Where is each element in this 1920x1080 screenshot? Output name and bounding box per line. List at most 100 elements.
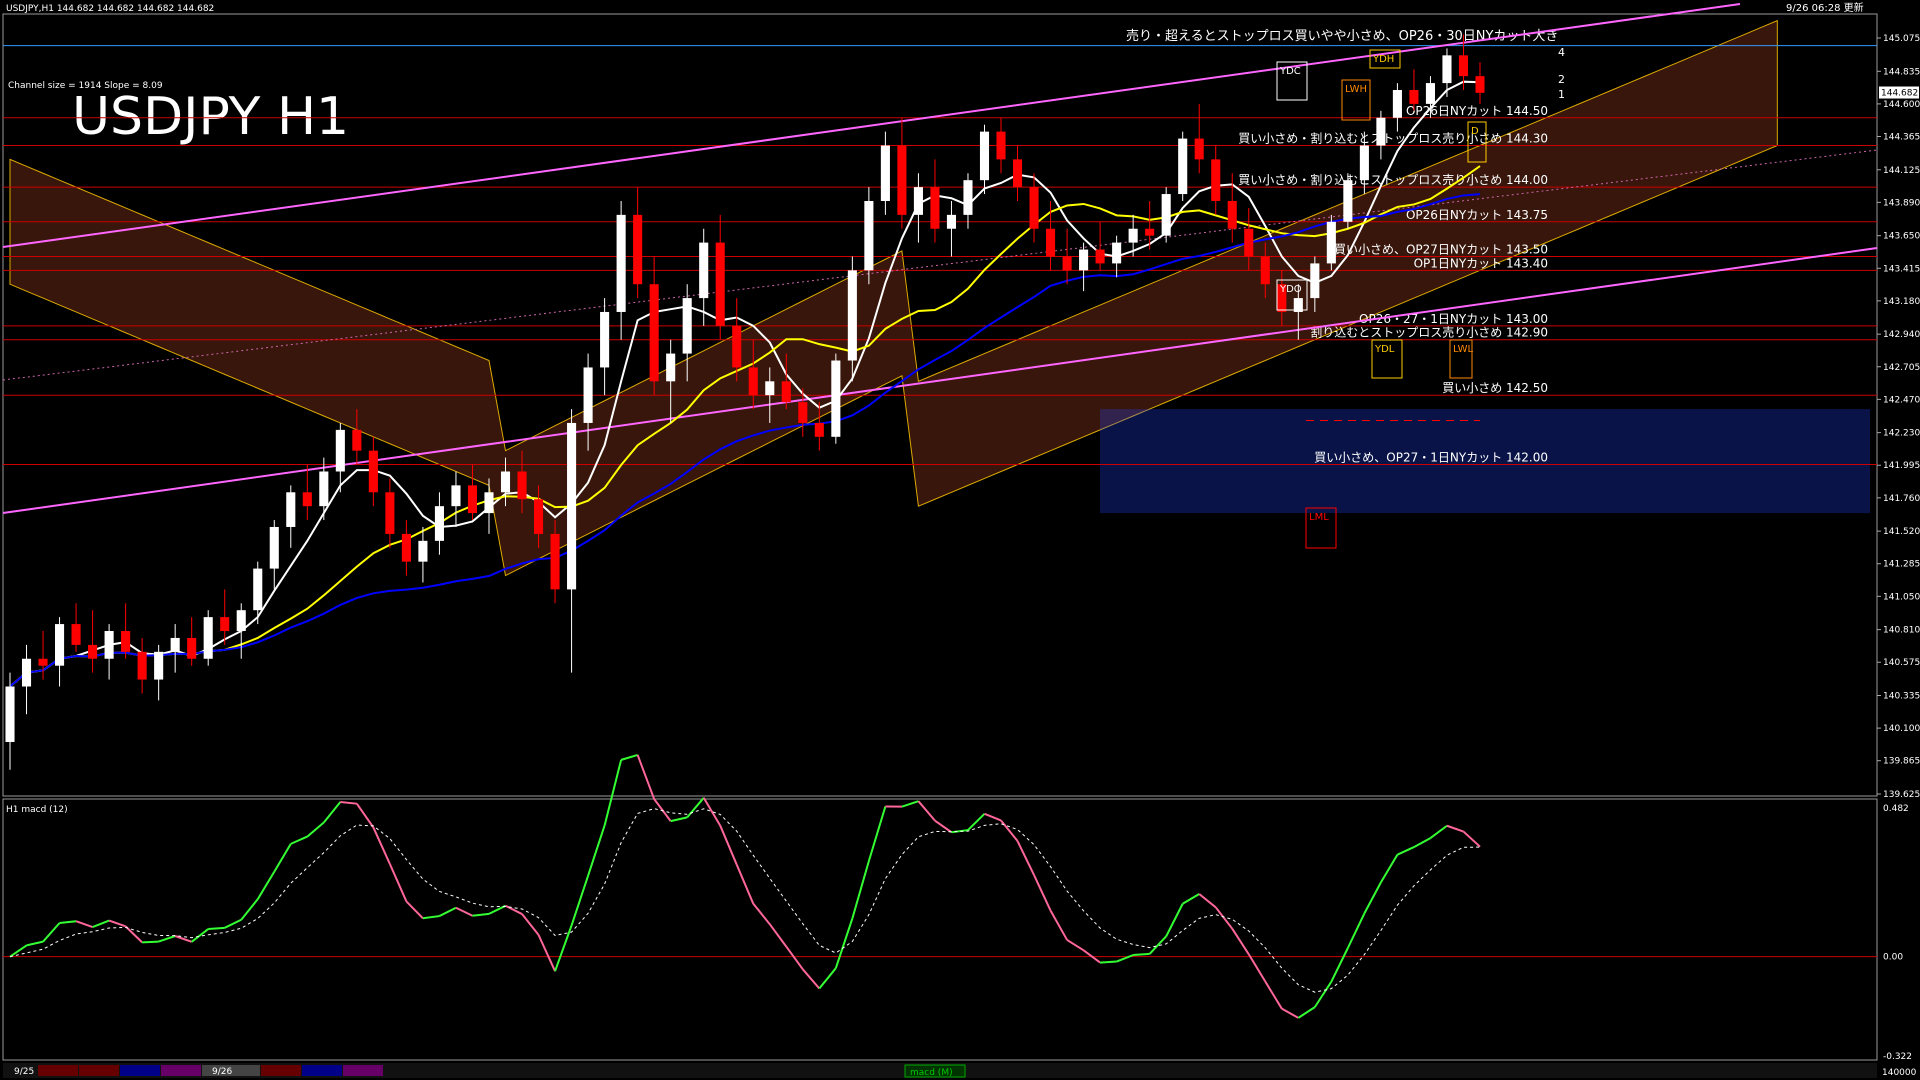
candle-body <box>649 284 659 382</box>
candle-body <box>1392 90 1402 118</box>
candle-body <box>550 533 560 590</box>
price-tick-label: 141.760 <box>1883 494 1920 504</box>
fib-label: 2 <box>1558 73 1565 86</box>
candle-body <box>847 270 857 361</box>
candle-body <box>1343 180 1353 222</box>
candle-body <box>979 131 990 181</box>
candle-body <box>930 187 940 229</box>
candle-body <box>831 360 841 437</box>
candle-body <box>1095 249 1105 264</box>
candle-body <box>583 367 593 423</box>
footer-date-2: 9/26 <box>212 1067 232 1077</box>
session-block <box>161 1065 201 1076</box>
top-annotation: 売り・超えるとストップロス買いやや小さめ、OP26・30日NYカット大き <box>1126 28 1558 44</box>
price-tick-label: 144.125 <box>1883 166 1920 176</box>
macd-segment <box>1133 952 1150 957</box>
candle-body <box>1260 256 1270 285</box>
candle-body <box>732 325 742 368</box>
session-block <box>302 1065 342 1076</box>
current-price-label: 144.682 <box>1881 89 1918 99</box>
session-block <box>79 1065 119 1076</box>
candle-body <box>1376 117 1386 146</box>
candle-body <box>781 381 791 403</box>
candle-body <box>1178 138 1188 195</box>
price-tick-label: 140.575 <box>1883 658 1920 668</box>
marker-label: YDC <box>1279 66 1301 77</box>
candle-body <box>699 242 709 299</box>
level-label: 買い小さめ、OP27・1日NYカット 142.00 <box>1314 451 1548 465</box>
price-tick-label: 144.835 <box>1883 67 1920 77</box>
candle-body <box>715 242 725 326</box>
macd-tick-label: 0.482 <box>1883 804 1909 814</box>
candle-body <box>533 499 544 534</box>
candle-body <box>633 214 643 285</box>
candle-body <box>880 145 890 201</box>
candle-body <box>500 471 511 493</box>
candle-body <box>748 367 758 396</box>
price-tick-label: 140.810 <box>1883 626 1920 636</box>
candle-body <box>335 429 345 472</box>
candle-body <box>1079 249 1089 271</box>
candle-body <box>666 353 676 382</box>
price-tick-label: 139.865 <box>1883 757 1920 767</box>
footer-center-label: macd (M) <box>910 1068 953 1078</box>
chart-title: USDJPY H1 <box>72 87 349 147</box>
level-label: 買い小さめ・割り込むとストップロス売り小さめ 144.00 <box>1238 172 1548 187</box>
macd-tick-label: 0.00 <box>1883 953 1903 963</box>
candle-body <box>104 631 114 659</box>
price-tick-label: 143.650 <box>1883 232 1920 242</box>
candle-body <box>913 187 923 215</box>
candle-body <box>1475 76 1485 93</box>
session-block <box>343 1065 383 1076</box>
candle-body <box>385 492 395 534</box>
candle-body <box>71 624 81 645</box>
marker-label: YDH <box>1372 54 1394 65</box>
session-block <box>261 1065 301 1076</box>
candle-body <box>5 686 15 742</box>
candle-body <box>600 311 610 368</box>
macd-tick-label: -0.322 <box>1883 1052 1912 1062</box>
candle-body <box>1211 159 1221 201</box>
price-tick-label: 142.230 <box>1883 429 1920 439</box>
candle-body <box>187 637 197 659</box>
candle-body <box>253 568 263 611</box>
candle-body <box>302 492 312 507</box>
candle-body <box>1112 242 1122 264</box>
candle-body <box>864 200 874 271</box>
candle-body <box>451 485 461 507</box>
marker-label: LML <box>1309 512 1329 523</box>
macd-segment <box>142 940 159 944</box>
candle-body <box>1326 221 1336 264</box>
candle-body <box>517 471 527 500</box>
price-tick-label: 143.415 <box>1883 264 1920 274</box>
candle-body <box>418 540 428 562</box>
price-tick-label: 142.940 <box>1883 330 1920 340</box>
candle-body <box>55 624 65 666</box>
candle-body <box>1128 228 1138 243</box>
candle-body <box>236 610 246 632</box>
macd-segment <box>208 926 225 931</box>
price-tick-label: 139.625 <box>1883 790 1920 800</box>
candle-body <box>1029 187 1039 229</box>
fib-label: 1 <box>1558 88 1565 101</box>
candle-body <box>434 506 444 541</box>
candle-body <box>484 492 494 514</box>
candle-body <box>269 526 279 569</box>
candle-body <box>1062 256 1072 271</box>
candle-body <box>567 422 577 590</box>
price-tick-label: 140.335 <box>1883 692 1920 702</box>
symbol-line: USDJPY,H1 144.682 144.682 144.682 144.68… <box>6 4 214 14</box>
candle-body <box>946 214 957 229</box>
candle-body <box>21 658 32 687</box>
candle-body <box>814 422 824 437</box>
price-tick-label: 141.520 <box>1883 527 1920 537</box>
candle-body <box>319 471 329 507</box>
candle-body <box>286 492 296 527</box>
candle-body <box>765 381 775 396</box>
candle-body <box>121 631 131 652</box>
candle-body <box>137 651 147 680</box>
level-label: 買い小さめ 142.50 <box>1442 381 1548 395</box>
session-block <box>38 1065 78 1076</box>
price-tick-label: 142.705 <box>1883 363 1920 373</box>
candle-body <box>1244 228 1254 257</box>
